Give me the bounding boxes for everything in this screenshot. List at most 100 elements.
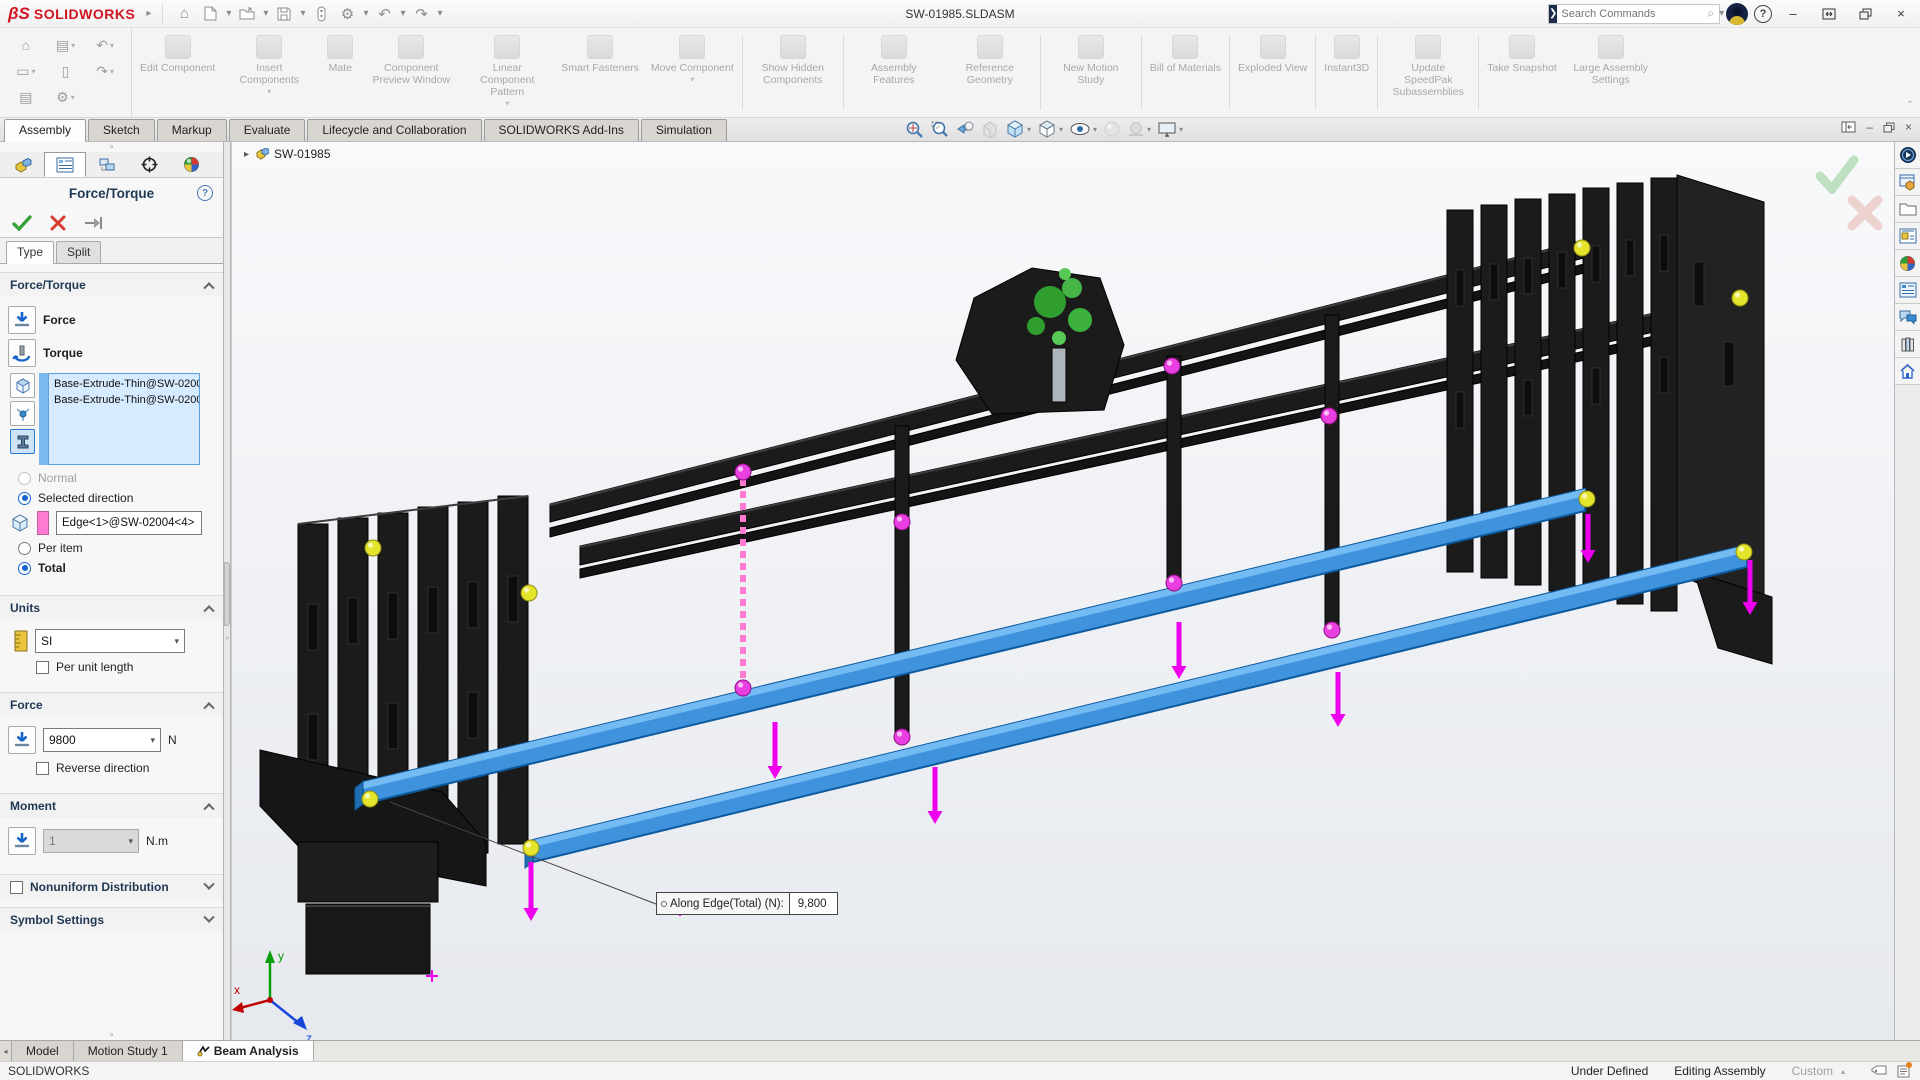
home-icon[interactable]: ⌂ (174, 3, 194, 25)
unit-system-combo[interactable]: SI▾ (35, 629, 185, 653)
view-settings-icon[interactable]: ▾ (1157, 121, 1183, 138)
assembly-3d-scene[interactable]: y x z (232, 142, 1894, 1040)
selection-list-item[interactable]: Base-Extrude-Thin@SW-02003 (49, 376, 199, 392)
view-palette-icon[interactable] (1895, 223, 1920, 250)
save-dropdown[interactable]: ▾ (300, 8, 305, 19)
tab-evaluate[interactable]: Evaluate (229, 119, 306, 141)
force-value-combo[interactable]: 9800▾ (43, 728, 161, 752)
force-value-callout[interactable]: Along Edge(Total) (N): 9,800 (656, 892, 838, 915)
search-commands-box[interactable]: ❯ ⌕ ▾ (1548, 4, 1720, 24)
total-radio[interactable] (18, 562, 31, 575)
zoom-fit-icon[interactable] (905, 120, 924, 139)
user-avatar[interactable] (1726, 3, 1748, 25)
splitter-handle[interactable] (224, 562, 230, 626)
tab-beam-analysis[interactable]: Beam Analysis (183, 1041, 314, 1061)
search-icon[interactable]: ⌕ (1707, 6, 1716, 21)
tab-split[interactable]: Split (56, 241, 101, 263)
ribbon-collapse-chevron[interactable]: ˆ (1908, 100, 1912, 112)
cancel-button[interactable] (50, 215, 66, 231)
custom-properties-icon[interactable] (1895, 277, 1920, 304)
tab-scroll-button[interactable]: ◂ (0, 1041, 12, 1061)
close-button[interactable]: × (1886, 2, 1916, 26)
new-document-icon[interactable] (200, 3, 220, 25)
search-input[interactable] (1557, 8, 1707, 20)
callout-value-field[interactable]: 9,800 (790, 892, 838, 915)
tab-simulation[interactable]: Simulation (641, 119, 727, 141)
selected-direction-option[interactable]: Selected direction (18, 491, 215, 505)
confirm-ok-watermark-icon[interactable] (1814, 154, 1860, 194)
notifications-icon[interactable] (1897, 1064, 1910, 1078)
panel-bottom-grip[interactable]: ∘ (0, 1030, 223, 1040)
tab-model[interactable]: Model (12, 1041, 74, 1061)
section-symbol-settings-header[interactable]: Symbol Settings (0, 907, 223, 932)
configurationmanager-tab[interactable] (86, 152, 128, 177)
featuremanager-tab[interactable] (2, 152, 44, 177)
home-icon[interactable]: ⌂ (22, 37, 30, 53)
per-item-radio[interactable] (18, 542, 31, 555)
hide-show-items-icon[interactable]: ▾ (1069, 121, 1097, 137)
open-document-icon[interactable] (237, 3, 257, 25)
3dexperience-icon[interactable] (1895, 142, 1920, 169)
open-document-icon[interactable]: ▤ (19, 89, 32, 106)
ok-button[interactable] (12, 215, 32, 231)
propertymanager-tab[interactable] (44, 152, 86, 177)
direction-reference-field[interactable]: Edge<1>@SW-02004<4> (56, 511, 202, 535)
select-beam-button[interactable] (10, 429, 35, 454)
pin-button[interactable] (84, 216, 104, 230)
design-library-icon[interactable] (1895, 196, 1920, 223)
display-style-icon[interactable]: ▾ (1037, 119, 1063, 139)
breadcrumb-arrow-icon[interactable]: ▸ (244, 149, 249, 160)
panel-top-grip[interactable]: ∘ (0, 142, 223, 152)
new-document-icon[interactable]: ▭▾ (16, 63, 35, 80)
total-option[interactable]: Total (18, 561, 215, 575)
open-document-dropdown[interactable]: ▾ (263, 8, 268, 19)
redo-dropdown[interactable]: ▾ (438, 8, 443, 19)
confirm-cancel-watermark-icon[interactable] (1846, 194, 1884, 232)
collapse-pane-icon[interactable] (1841, 121, 1856, 133)
force-type-button[interactable] (8, 306, 36, 334)
tag-icon[interactable] (1871, 1065, 1887, 1078)
per-item-option[interactable]: Per item (18, 541, 215, 555)
zoom-area-icon[interactable] (930, 120, 949, 139)
tab-markup[interactable]: Markup (157, 119, 227, 141)
per-unit-length-checkbox[interactable] (36, 661, 49, 674)
new-document-dropdown[interactable]: ▾ (226, 8, 231, 19)
search-dropdown[interactable]: ▾ (1719, 8, 1724, 19)
torque-type-button[interactable] (8, 339, 36, 367)
solidworks-resources-icon[interactable] (1895, 169, 1920, 196)
doc-restore-icon[interactable] (1883, 122, 1895, 133)
section-force-torque-header[interactable]: Force/Torque (0, 272, 223, 297)
doc-minimize-icon[interactable]: – (1866, 120, 1873, 134)
undo-icon[interactable]: ↶▾ (96, 37, 114, 54)
save-icon[interactable]: ▤▾ (56, 37, 75, 54)
nonuniform-checkbox[interactable] (10, 881, 23, 894)
logo-expand-arrow[interactable]: ▸ (146, 8, 151, 19)
reverse-direction-option[interactable]: Reverse direction (36, 761, 215, 775)
doc-close-icon[interactable]: × (1905, 120, 1912, 134)
dock-window-button[interactable] (1814, 2, 1844, 26)
undo-icon[interactable]: ↶ (375, 3, 395, 25)
beam-selection-list[interactable]: Base-Extrude-Thin@SW-02003 Base-Extrude-… (48, 373, 200, 465)
section-force-header[interactable]: Force (0, 692, 223, 717)
panel-splitter[interactable]: ∘ (224, 142, 231, 1040)
section-nonuniform-header[interactable]: Nonuniform Distribution (0, 874, 223, 899)
select-vertex-button[interactable] (10, 401, 35, 426)
undo-dropdown[interactable]: ▾ (401, 8, 406, 19)
reverse-direction-checkbox[interactable] (36, 762, 49, 775)
paste-icon[interactable]: ▯ (62, 63, 70, 80)
section-moment-header[interactable]: Moment (0, 793, 223, 818)
library-books-icon[interactable] (1895, 331, 1920, 358)
selection-list-item[interactable]: Base-Extrude-Thin@SW-02003 (49, 392, 199, 408)
breadcrumb[interactable]: ▸ SW-01985 (244, 147, 331, 161)
appearances-scenes-icon[interactable] (1895, 250, 1920, 277)
previous-view-icon[interactable] (955, 120, 975, 138)
section-units-header[interactable]: Units (0, 595, 223, 620)
selected-direction-radio[interactable] (18, 492, 31, 505)
tab-lifecycle-collaboration[interactable]: Lifecycle and Collaboration (307, 119, 481, 141)
displaymanager-tab[interactable] (170, 152, 212, 177)
redo-icon[interactable]: ↷▾ (96, 63, 114, 80)
paste-icon[interactable] (311, 3, 331, 25)
tab-solidworks-addins[interactable]: SOLIDWORKS Add-Ins (484, 119, 639, 141)
home-icon[interactable] (1895, 358, 1920, 385)
help-icon[interactable]: ? (1754, 5, 1772, 23)
